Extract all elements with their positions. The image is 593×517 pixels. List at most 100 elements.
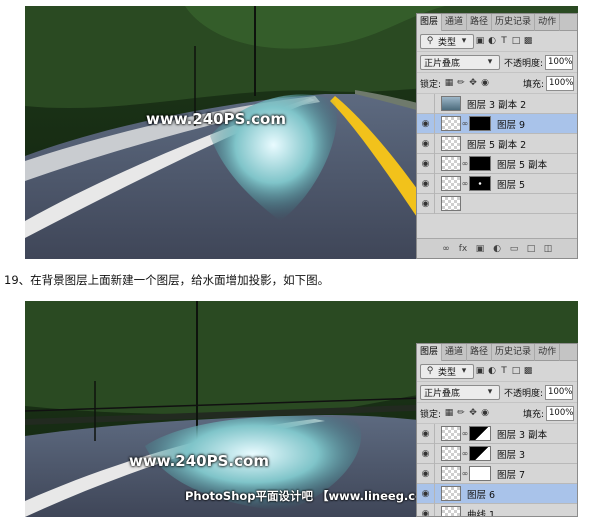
shape-icon[interactable]: □ <box>510 35 522 47</box>
layer-thumbnail <box>441 426 461 441</box>
blend-mode-value: 正片叠底 <box>424 388 461 399</box>
layer-row[interactable]: ◉ 图层 5 副本 2 <box>417 133 577 154</box>
layer-row[interactable]: ◉ ∞ 图层 5 副本 <box>417 153 577 174</box>
chain-icon: ∞ <box>461 159 469 168</box>
smart-object-icon[interactable]: ▩ <box>522 365 534 377</box>
fill-label: 填充: <box>522 409 544 420</box>
half-circle-icon[interactable]: ◐ <box>486 365 498 377</box>
layer-row[interactable]: ◉ 图层 6 <box>417 483 577 504</box>
smart-object-icon[interactable]: ▩ <box>522 35 534 47</box>
shape-icon[interactable]: □ <box>510 365 522 377</box>
fx-icon[interactable]: fx <box>458 244 469 254</box>
tab-layers[interactable]: 图层 <box>417 344 443 361</box>
lock-row: 锁定: ▦ ✏ ✥ ◉ 填充: 100% <box>417 403 577 424</box>
tab-actions[interactable]: 动作 <box>535 14 561 31</box>
kind-filter-select[interactable]: ⚲ 类型 ▾ <box>420 363 474 379</box>
tab-channels[interactable]: 通道 <box>442 344 468 361</box>
brush-icon[interactable]: ✏ <box>455 77 467 89</box>
eye-icon[interactable]: ◉ <box>417 443 435 464</box>
link-icon[interactable]: ∞ <box>441 244 452 254</box>
blend-mode-select[interactable]: 正片叠底 ▾ <box>420 54 500 70</box>
layer-name: 图层 7 <box>497 469 526 481</box>
filter-row: ⚲ 类型 ▾ ▣ ◐ T □ ▩ <box>417 361 577 382</box>
text-icon[interactable]: T <box>498 365 510 377</box>
lock-icon[interactable]: ◉ <box>479 77 491 89</box>
opacity-input[interactable]: 100% <box>545 384 574 400</box>
trash-icon[interactable]: ◫ <box>543 244 554 254</box>
fill-input[interactable]: 100% <box>546 405 574 421</box>
layer-row[interactable]: ◉ 图层 3 副本 2 <box>417 93 577 114</box>
checker-icon[interactable]: ▦ <box>443 77 455 89</box>
fill-input[interactable]: 100% <box>546 75 574 91</box>
move-icon[interactable]: ✥ <box>467 77 479 89</box>
search-icon: ⚲ <box>426 36 434 46</box>
adjustment-icon[interactable]: ◐ <box>492 244 503 254</box>
tab-channels[interactable]: 通道 <box>442 14 468 31</box>
layer-thumbnail <box>441 96 461 111</box>
eye-icon[interactable]: ◉ <box>417 463 435 484</box>
brush-icon[interactable]: ✏ <box>455 407 467 419</box>
panel-footer: ∞ fx ▣ ◐ ▭ □ ◫ <box>417 238 577 258</box>
blend-mode-value: 正片叠底 <box>424 58 461 69</box>
layer-thumbnail <box>441 506 461 516</box>
blend-mode-select[interactable]: 正片叠底 ▾ <box>420 384 500 400</box>
chevron-down-icon: ▾ <box>461 36 467 46</box>
chain-icon: ∞ <box>461 469 469 478</box>
layer-mask-thumbnail <box>469 116 491 131</box>
layer-row[interactable]: ◉ ∞ 图层 7 <box>417 463 577 484</box>
layer-row-partial[interactable]: ◉ <box>417 193 577 214</box>
folder-icon[interactable]: ▭ <box>509 244 520 254</box>
new-layer-icon[interactable]: □ <box>526 244 537 254</box>
blend-row: 正片叠底 ▾ 不透明度: 100% <box>417 52 577 73</box>
search-icon: ⚲ <box>426 366 434 376</box>
kind-filter-select[interactable]: ⚲ 类型 ▾ <box>420 33 474 49</box>
mask-icon[interactable]: ▣ <box>475 244 486 254</box>
tab-paths[interactable]: 路径 <box>467 14 493 31</box>
eye-icon[interactable]: ◉ <box>417 193 435 214</box>
tab-paths[interactable]: 路径 <box>467 344 493 361</box>
eye-icon[interactable]: ◉ <box>417 423 435 444</box>
eye-icon[interactable]: ◉ <box>417 93 435 114</box>
layer-thumbnail <box>441 156 461 171</box>
tab-actions[interactable]: 动作 <box>535 344 561 361</box>
eye-icon[interactable]: ◉ <box>417 113 435 134</box>
chain-icon: ∞ <box>461 429 469 438</box>
layers-panel-1: 图层 通道 路径 历史记录 动作 ⚲ 类型 ▾ ▣ ◐ T □ ▩ 正片叠底 ▾… <box>416 13 578 259</box>
eye-icon[interactable]: ◉ <box>417 153 435 174</box>
chain-icon: ∞ <box>461 449 469 458</box>
layer-row[interactable]: ◉ 曲线 1 <box>417 503 577 517</box>
half-circle-icon[interactable]: ◐ <box>486 35 498 47</box>
lock-row: 锁定: ▦ ✏ ✥ ◉ 填充: 100% <box>417 73 577 94</box>
layer-mask-thumbnail <box>469 156 491 171</box>
eye-icon[interactable]: ◉ <box>417 483 435 504</box>
eye-icon[interactable]: ◉ <box>417 173 435 194</box>
fill-label: 填充: <box>522 79 544 90</box>
tab-history[interactable]: 历史记录 <box>492 14 536 31</box>
layer-list: ◉ 图层 3 副本 2 ◉ ∞ 图层 9 ◉ 图层 5 副本 2 ◉ ∞ <box>417 93 577 214</box>
layer-row[interactable]: ◉ ∞ 图层 5 <box>417 173 577 194</box>
layer-row[interactable]: ◉ ∞ 图层 3 副本 <box>417 423 577 444</box>
checker-icon[interactable]: ▦ <box>443 407 455 419</box>
lock-label: 锁定: <box>420 79 442 90</box>
layer-name: 图层 5 副本 <box>497 159 548 171</box>
image-icon[interactable]: ▣ <box>474 35 486 47</box>
step-caption: 19、在背景图层上面新建一个图层，给水面增加投影，如下图。 <box>4 273 330 287</box>
image-icon[interactable]: ▣ <box>474 365 486 377</box>
tab-layers[interactable]: 图层 <box>417 14 443 31</box>
layer-row[interactable]: ◉ ∞ 图层 3 <box>417 443 577 464</box>
move-icon[interactable]: ✥ <box>467 407 479 419</box>
lock-icon[interactable]: ◉ <box>479 407 491 419</box>
layer-name: 曲线 1 <box>467 509 496 517</box>
layer-thumbnail <box>441 196 461 211</box>
layer-thumbnail <box>441 116 461 131</box>
layers-panel-2: 图层 通道 路径 历史记录 动作 ⚲ 类型 ▾ ▣ ◐ T □ ▩ 正片叠底 ▾… <box>416 343 578 517</box>
eye-icon[interactable]: ◉ <box>417 503 435 516</box>
filter-row: ⚲ 类型 ▾ ▣ ◐ T □ ▩ <box>417 31 577 52</box>
layer-mask-thumbnail <box>469 446 491 461</box>
opacity-input[interactable]: 100% <box>545 54 574 70</box>
layer-row[interactable]: ◉ ∞ 图层 9 <box>417 113 577 134</box>
text-icon[interactable]: T <box>498 35 510 47</box>
tab-history[interactable]: 历史记录 <box>492 344 536 361</box>
layer-thumbnail <box>441 176 461 191</box>
eye-icon[interactable]: ◉ <box>417 133 435 154</box>
